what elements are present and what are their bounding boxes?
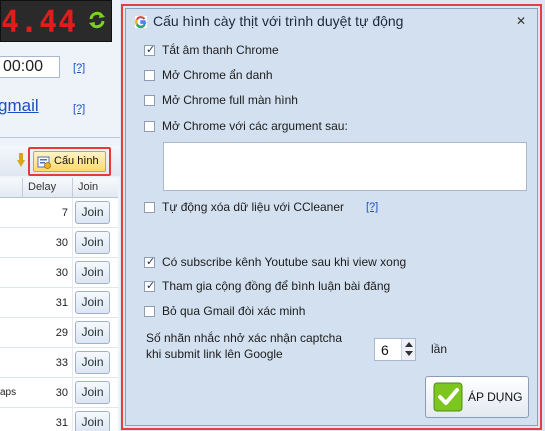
option-label: Bỏ qua Gmail đòi xác minh — [162, 304, 306, 318]
captcha-count-stepper[interactable]: 6 — [374, 338, 416, 361]
google-logo-icon — [134, 15, 148, 29]
arguments-input[interactable] — [163, 142, 527, 191]
stepper-buttons[interactable] — [401, 339, 415, 360]
row-delay: 29 — [55, 327, 68, 339]
option-label: Tắt âm thanh Chrome — [162, 43, 279, 57]
checkbox[interactable] — [144, 95, 155, 106]
dialog-titlebar[interactable]: Cấu hình cày thịt với trình duyệt tự độn… — [126, 9, 537, 35]
counter-display: 4.44 — [0, 0, 112, 42]
gmail-help-link[interactable]: [?] — [73, 103, 85, 115]
background-app: 4.44 00:00 [?] gmail [?] Delay Join 7 Joi… — [0, 0, 120, 431]
table-row[interactable]: 7 Join — [0, 198, 118, 228]
option-label: Mở Chrome full màn hình — [162, 93, 298, 107]
join-button[interactable]: Join — [75, 351, 110, 374]
table-row[interactable]: 31 Join — [0, 288, 118, 318]
divider — [0, 137, 120, 138]
checkbox[interactable] — [144, 70, 155, 81]
captcha-unit-label: lần — [431, 342, 448, 356]
join-button[interactable]: Join — [75, 201, 110, 224]
ccleaner-help-link[interactable]: [?] — [366, 201, 378, 213]
checkbox[interactable]: ✓ — [144, 279, 156, 292]
table-row[interactable]: aps 30 Join — [0, 378, 118, 408]
option-label: Mở Chrome ẩn danh — [162, 68, 273, 82]
join-button[interactable]: Join — [75, 321, 110, 344]
row-delay: 30 — [55, 387, 68, 399]
option-label: Tự động xóa dữ liệu với CCleaner — [162, 200, 345, 214]
check-icon — [433, 382, 463, 412]
captcha-label: Số nhãn nhắc nhở xác nhận captcha — [146, 331, 343, 345]
apply-button[interactable]: ÁP DỤNG — [425, 376, 529, 418]
time-input[interactable]: 00:00 — [0, 56, 60, 78]
accounts-grid: Delay Join 7 Join 30 Join 30 Join 31 Join 29… — [0, 178, 118, 431]
checkmark-icon: ✓ — [146, 43, 156, 56]
checkbox[interactable]: ✓ — [144, 255, 156, 268]
captcha-label-line2: khi submit link lên Google — [146, 347, 283, 361]
caret-down-icon[interactable] — [405, 351, 413, 356]
grid-header: Delay Join — [0, 178, 118, 198]
apply-button-label: ÁP DỤNG — [468, 390, 523, 404]
arrow-down-icon[interactable] — [17, 153, 25, 167]
column-header-delay[interactable]: Delay — [28, 181, 56, 193]
row-delay: 33 — [55, 357, 68, 369]
join-button[interactable]: Join — [75, 261, 110, 284]
option-label: Mở Chrome với các argument sau: — [162, 119, 348, 133]
row-delay: 30 — [55, 237, 68, 249]
row-delay: 31 — [55, 297, 68, 309]
table-row[interactable]: 29 Join — [0, 318, 118, 348]
table-row[interactable]: 33 Join — [0, 348, 118, 378]
checkmark-icon: ✓ — [146, 255, 156, 268]
captcha-count-value: 6 — [381, 342, 389, 358]
row-delay: 7 — [61, 207, 68, 219]
caret-up-icon[interactable] — [405, 342, 413, 347]
join-button[interactable]: Join — [75, 381, 110, 404]
dialog-title: Cấu hình cày thịt với trình duyệt tự độn… — [153, 13, 404, 29]
join-button[interactable]: Join — [75, 411, 110, 431]
refresh-icon[interactable] — [87, 10, 107, 30]
row-name: aps — [0, 387, 17, 398]
counter-value: 4.44 — [1, 5, 78, 40]
column-header-join[interactable]: Join — [78, 181, 98, 193]
time-help-link[interactable]: [?] — [73, 62, 85, 74]
row-delay: 31 — [55, 417, 68, 429]
checkbox[interactable]: ✓ — [144, 43, 156, 56]
gmail-link[interactable]: gmail — [0, 96, 39, 116]
close-icon[interactable]: ✕ — [515, 15, 527, 27]
table-row[interactable]: 30 Join — [0, 228, 118, 258]
config-button-highlight — [28, 147, 111, 176]
option-label: Có subscribe kênh Youtube sau khi view x… — [162, 255, 407, 269]
table-row[interactable]: 31 Join — [0, 408, 118, 431]
checkbox[interactable] — [144, 306, 155, 317]
checkbox[interactable] — [144, 202, 155, 213]
config-dialog: Cấu hình cày thịt với trình duyệt tự độn… — [125, 8, 538, 426]
checkmark-icon: ✓ — [146, 279, 156, 292]
option-label: Tham gia cộng đồng để bình luận bài đăng — [162, 279, 391, 293]
checkbox[interactable] — [144, 121, 155, 132]
join-button[interactable]: Join — [75, 231, 110, 254]
row-delay: 30 — [55, 267, 68, 279]
join-button[interactable]: Join — [75, 291, 110, 314]
table-row[interactable]: 30 Join — [0, 258, 118, 288]
